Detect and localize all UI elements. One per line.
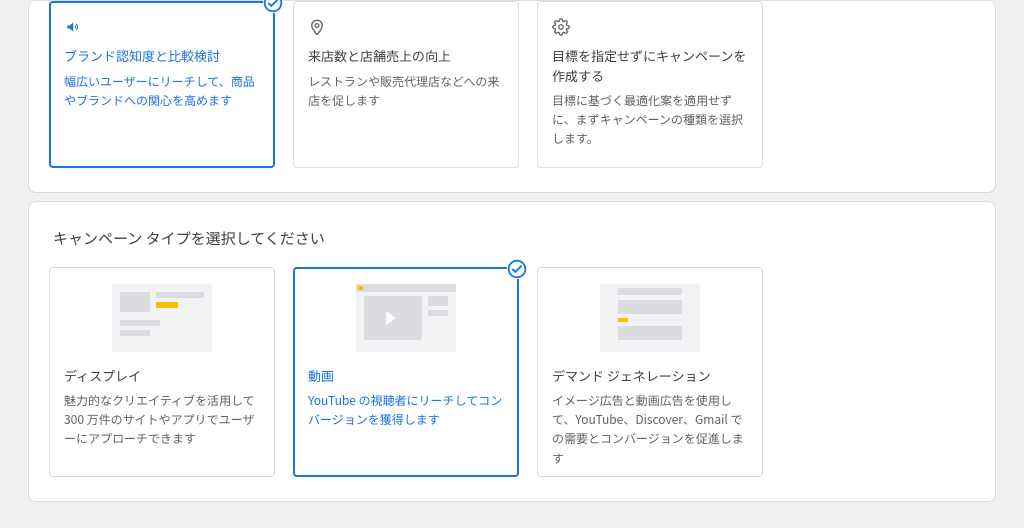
type-desc: YouTube の視聴者にリーチしてコンバージョンを獲得します bbox=[308, 391, 504, 429]
goal-desc: レストランや販売代理店などへの来店を促します bbox=[308, 72, 504, 110]
goal-card-store[interactable]: 来店数と店舗売上の向上 レストランや販売代理店などへの来店を促します bbox=[293, 1, 519, 168]
goal-card-no-goal[interactable]: 目標を指定せずにキャンペーンを作成する 目標に基づく最適化案を適用せずに、まずキ… bbox=[537, 1, 763, 168]
type-title: ディスプレイ bbox=[64, 366, 260, 386]
campaign-type-panel: キャンペーン タイプを選択してください ディスプレイ 魅力的なクリエイティブを活… bbox=[28, 201, 996, 502]
campaign-type-heading: キャンペーン タイプを選択してください bbox=[53, 228, 975, 249]
type-title: デマンド ジェネレーション bbox=[552, 366, 748, 386]
goals-panel: ブランド認知度と比較検討 幅広いユーザーにリーチして、商品やブランドへの関心を高… bbox=[28, 0, 996, 193]
video-thumbnail-icon bbox=[356, 284, 456, 352]
type-desc: 魅力的なクリエイティブを活用して 300 万件のサイトやアプリでユーザーにアプロ… bbox=[64, 391, 260, 449]
display-thumbnail-icon bbox=[112, 284, 212, 352]
selected-check-icon bbox=[507, 259, 527, 279]
type-title: 動画 bbox=[308, 366, 504, 386]
goal-desc: 目標に基づく最適化案を適用せずに、まずキャンペーンの種類を選択します。 bbox=[552, 91, 748, 149]
type-card-demand[interactable]: デマンド ジェネレーション イメージ広告と動画広告を使用して、YouTube、D… bbox=[537, 267, 763, 477]
location-pin-icon bbox=[308, 18, 504, 36]
selected-check-icon bbox=[263, 0, 283, 13]
goal-title: 来店数と店舗売上の向上 bbox=[308, 46, 504, 66]
type-desc: イメージ広告と動画広告を使用して、YouTube、Discover、Gmail … bbox=[552, 391, 748, 468]
goal-card-brand[interactable]: ブランド認知度と比較検討 幅広いユーザーにリーチして、商品やブランドへの関心を高… bbox=[49, 1, 275, 168]
goal-title: ブランド認知度と比較検討 bbox=[64, 46, 260, 66]
gear-icon bbox=[552, 18, 748, 36]
demand-thumbnail-icon bbox=[600, 284, 700, 352]
type-card-video[interactable]: 動画 YouTube の視聴者にリーチしてコンバージョンを獲得します bbox=[293, 267, 519, 477]
goal-desc: 幅広いユーザーにリーチして、商品やブランドへの関心を高めます bbox=[64, 72, 260, 110]
megaphone-icon bbox=[64, 18, 260, 36]
type-card-display[interactable]: ディスプレイ 魅力的なクリエイティブを活用して 300 万件のサイトやアプリでユ… bbox=[49, 267, 275, 477]
goal-title: 目標を指定せずにキャンペーンを作成する bbox=[552, 46, 748, 85]
